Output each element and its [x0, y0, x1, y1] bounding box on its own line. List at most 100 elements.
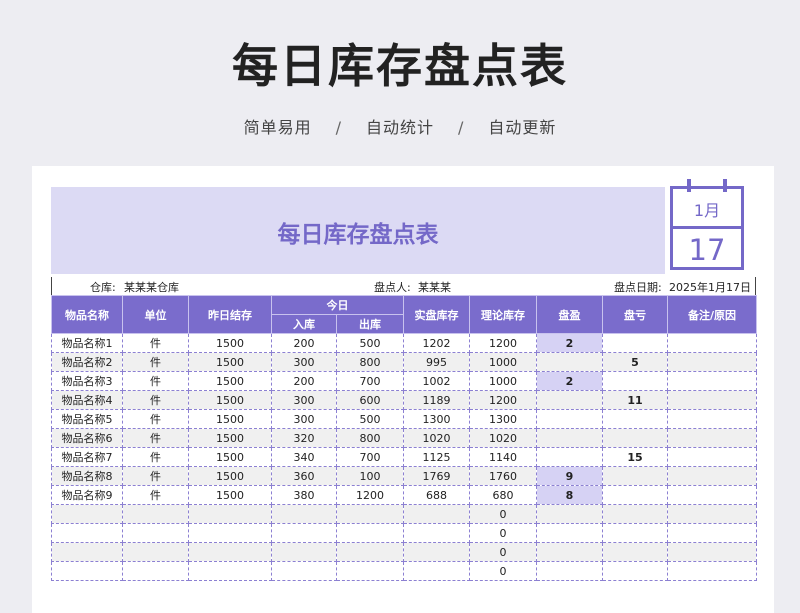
cell-unit[interactable]: 件 [122, 333, 189, 353]
cell-loss[interactable]: 11 [602, 390, 668, 410]
cell-name[interactable] [51, 523, 123, 543]
cell-loss[interactable] [602, 333, 668, 353]
cell-loss[interactable] [602, 371, 668, 391]
cell-note[interactable] [667, 542, 757, 562]
cell-out[interactable]: 700 [336, 371, 404, 391]
cell-gain[interactable] [536, 523, 603, 543]
cell-out[interactable]: 1200 [336, 485, 404, 505]
cell-actual[interactable]: 1202 [403, 333, 470, 353]
cell-gain[interactable] [536, 542, 603, 562]
cell-name[interactable]: 物品名称3 [51, 371, 123, 391]
cell-in[interactable] [271, 542, 337, 562]
cell-in[interactable]: 380 [271, 485, 337, 505]
cell-name[interactable]: 物品名称2 [51, 352, 123, 372]
cell-in[interactable]: 300 [271, 390, 337, 410]
cell-note[interactable] [667, 561, 757, 581]
cell-actual[interactable]: 1300 [403, 409, 470, 429]
cell-yesterday[interactable] [188, 542, 272, 562]
cell-in[interactable]: 300 [271, 352, 337, 372]
cell-note[interactable] [667, 504, 757, 524]
cell-name[interactable]: 物品名称8 [51, 466, 123, 486]
cell-in[interactable]: 340 [271, 447, 337, 467]
cell-gain[interactable]: 9 [536, 466, 603, 486]
cell-loss[interactable] [602, 542, 668, 562]
cell-actual[interactable]: 1189 [403, 390, 470, 410]
cell-actual[interactable]: 1020 [403, 428, 470, 448]
cell-yesterday[interactable]: 1500 [188, 447, 272, 467]
cell-actual[interactable]: 995 [403, 352, 470, 372]
cell-loss[interactable] [602, 409, 668, 429]
cell-in[interactable]: 320 [271, 428, 337, 448]
cell-in[interactable] [271, 561, 337, 581]
cell-yesterday[interactable]: 1500 [188, 371, 272, 391]
cell-yesterday[interactable]: 1500 [188, 485, 272, 505]
cell-loss[interactable] [602, 523, 668, 543]
cell-actual[interactable]: 1002 [403, 371, 470, 391]
cell-gain[interactable] [536, 504, 603, 524]
cell-name[interactable]: 物品名称6 [51, 428, 123, 448]
cell-yesterday[interactable] [188, 504, 272, 524]
cell-name[interactable] [51, 561, 123, 581]
cell-theory[interactable]: 1300 [469, 409, 537, 429]
cell-note[interactable] [667, 352, 757, 372]
cell-note[interactable] [667, 409, 757, 429]
cell-unit[interactable] [122, 542, 189, 562]
cell-yesterday[interactable]: 1500 [188, 428, 272, 448]
cell-name[interactable]: 物品名称9 [51, 485, 123, 505]
cell-loss[interactable]: 15 [602, 447, 668, 467]
cell-actual[interactable] [403, 561, 470, 581]
cell-name[interactable] [51, 542, 123, 562]
cell-theory[interactable]: 1200 [469, 390, 537, 410]
cell-unit[interactable]: 件 [122, 352, 189, 372]
cell-theory[interactable]: 1140 [469, 447, 537, 467]
cell-actual[interactable] [403, 504, 470, 524]
date-value[interactable]: 2025年1月17日 [669, 279, 751, 295]
cell-gain[interactable]: 8 [536, 485, 603, 505]
cell-out[interactable] [336, 542, 404, 562]
cell-gain[interactable] [536, 390, 603, 410]
cell-gain[interactable] [536, 561, 603, 581]
cell-out[interactable]: 800 [336, 428, 404, 448]
cell-note[interactable] [667, 447, 757, 467]
cell-unit[interactable]: 件 [122, 466, 189, 486]
cell-theory[interactable]: 0 [469, 542, 537, 562]
cell-loss[interactable] [602, 561, 668, 581]
cell-unit[interactable] [122, 504, 189, 524]
cell-yesterday[interactable] [188, 523, 272, 543]
cell-yesterday[interactable]: 1500 [188, 409, 272, 429]
cell-yesterday[interactable]: 1500 [188, 390, 272, 410]
cell-theory[interactable]: 0 [469, 523, 537, 543]
cell-unit[interactable]: 件 [122, 390, 189, 410]
cell-actual[interactable]: 688 [403, 485, 470, 505]
cell-yesterday[interactable]: 1500 [188, 466, 272, 486]
cell-gain[interactable] [536, 352, 603, 372]
cell-yesterday[interactable] [188, 561, 272, 581]
cell-unit[interactable]: 件 [122, 409, 189, 429]
cell-out[interactable] [336, 523, 404, 543]
cell-actual[interactable]: 1125 [403, 447, 470, 467]
cell-in[interactable]: 200 [271, 333, 337, 353]
cell-in[interactable]: 360 [271, 466, 337, 486]
cell-out[interactable]: 700 [336, 447, 404, 467]
cell-name[interactable]: 物品名称7 [51, 447, 123, 467]
cell-loss[interactable] [602, 504, 668, 524]
cell-theory[interactable]: 1000 [469, 371, 537, 391]
cell-gain[interactable] [536, 447, 603, 467]
cell-in[interactable]: 200 [271, 371, 337, 391]
cell-unit[interactable]: 件 [122, 428, 189, 448]
cell-out[interactable]: 500 [336, 409, 404, 429]
cell-note[interactable] [667, 428, 757, 448]
cell-name[interactable]: 物品名称4 [51, 390, 123, 410]
cell-loss[interactable] [602, 466, 668, 486]
cell-name[interactable]: 物品名称5 [51, 409, 123, 429]
cell-out[interactable] [336, 561, 404, 581]
cell-out[interactable]: 500 [336, 333, 404, 353]
checker-value[interactable]: 某某某 [418, 279, 451, 295]
cell-unit[interactable]: 件 [122, 485, 189, 505]
cell-theory[interactable]: 1200 [469, 333, 537, 353]
cell-in[interactable] [271, 523, 337, 543]
cell-name[interactable] [51, 504, 123, 524]
cell-theory[interactable]: 0 [469, 504, 537, 524]
cell-note[interactable] [667, 390, 757, 410]
cell-theory[interactable]: 1000 [469, 352, 537, 372]
